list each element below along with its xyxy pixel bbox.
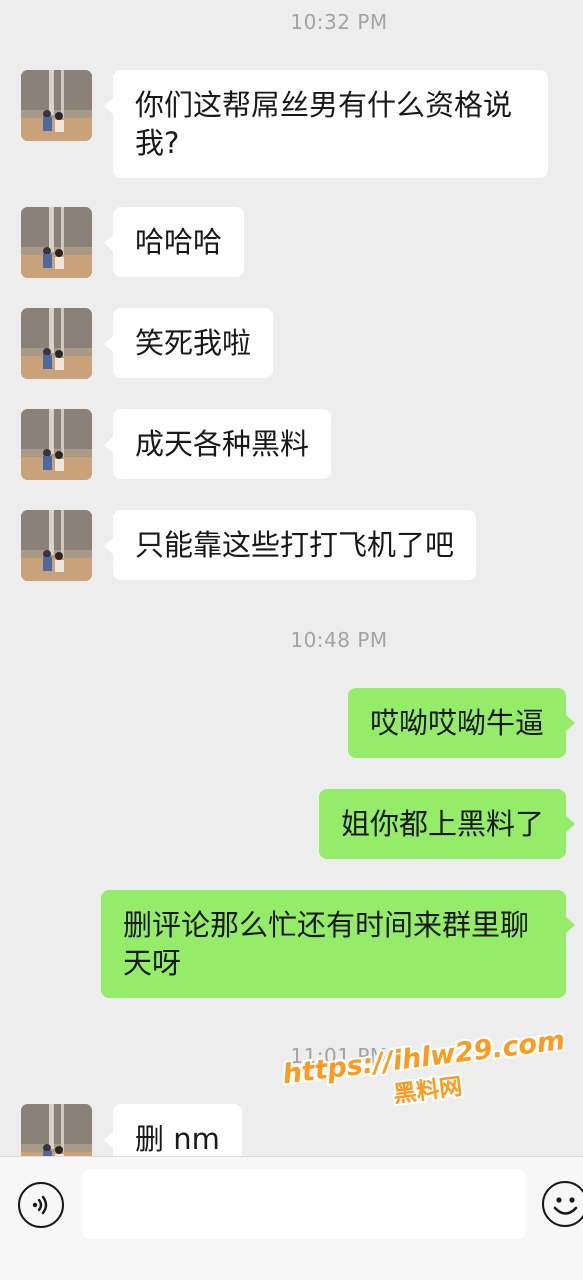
timestamp: 10:32 PM xyxy=(290,10,388,34)
input-bar xyxy=(0,1156,583,1280)
timestamp: 10:48 PM xyxy=(290,628,388,652)
message-bubble[interactable]: 哈哈哈 xyxy=(103,207,245,277)
contact-avatar[interactable] xyxy=(21,207,92,278)
chat-area[interactable]: 10:32 PM 你们这帮屌丝男有什么资格说我? 哈哈哈 笑死我啦 成天各种黑料… xyxy=(0,0,583,1156)
voice-button[interactable] xyxy=(18,1182,64,1228)
message-bubble-outgoing[interactable]: 删评论那么忙还有时间来群里聊天呀 xyxy=(101,890,575,998)
contact-avatar[interactable] xyxy=(21,510,92,581)
message-input[interactable] xyxy=(83,1169,525,1239)
voice-icon xyxy=(32,1195,48,1215)
message-bubble-outgoing[interactable]: 姐你都上黑料了 xyxy=(318,789,576,859)
contact-avatar[interactable] xyxy=(21,308,92,379)
message-bubble[interactable]: 只能靠这些打打飞机了吧 xyxy=(103,510,477,580)
contact-avatar[interactable] xyxy=(21,70,92,141)
message-bubble[interactable]: 删 nm xyxy=(104,1104,242,1156)
contact-avatar[interactable] xyxy=(21,409,92,480)
watermark: https://ihlw29.com 黑料网 xyxy=(278,1025,574,1123)
message-bubble[interactable]: 成天各种黑料 xyxy=(103,409,332,479)
contact-avatar[interactable] xyxy=(21,1104,92,1156)
message-bubble-outgoing[interactable]: 哎呦哎呦牛逼 xyxy=(347,688,576,758)
message-bubble[interactable]: 你们这帮屌丝男有什么资格说我? xyxy=(104,70,548,178)
timestamp: 11:01 PM xyxy=(290,1044,388,1068)
message-bubble[interactable]: 笑死我啦 xyxy=(103,308,274,378)
emoji-button[interactable] xyxy=(542,1181,583,1227)
emoji-icon xyxy=(553,1197,578,1215)
